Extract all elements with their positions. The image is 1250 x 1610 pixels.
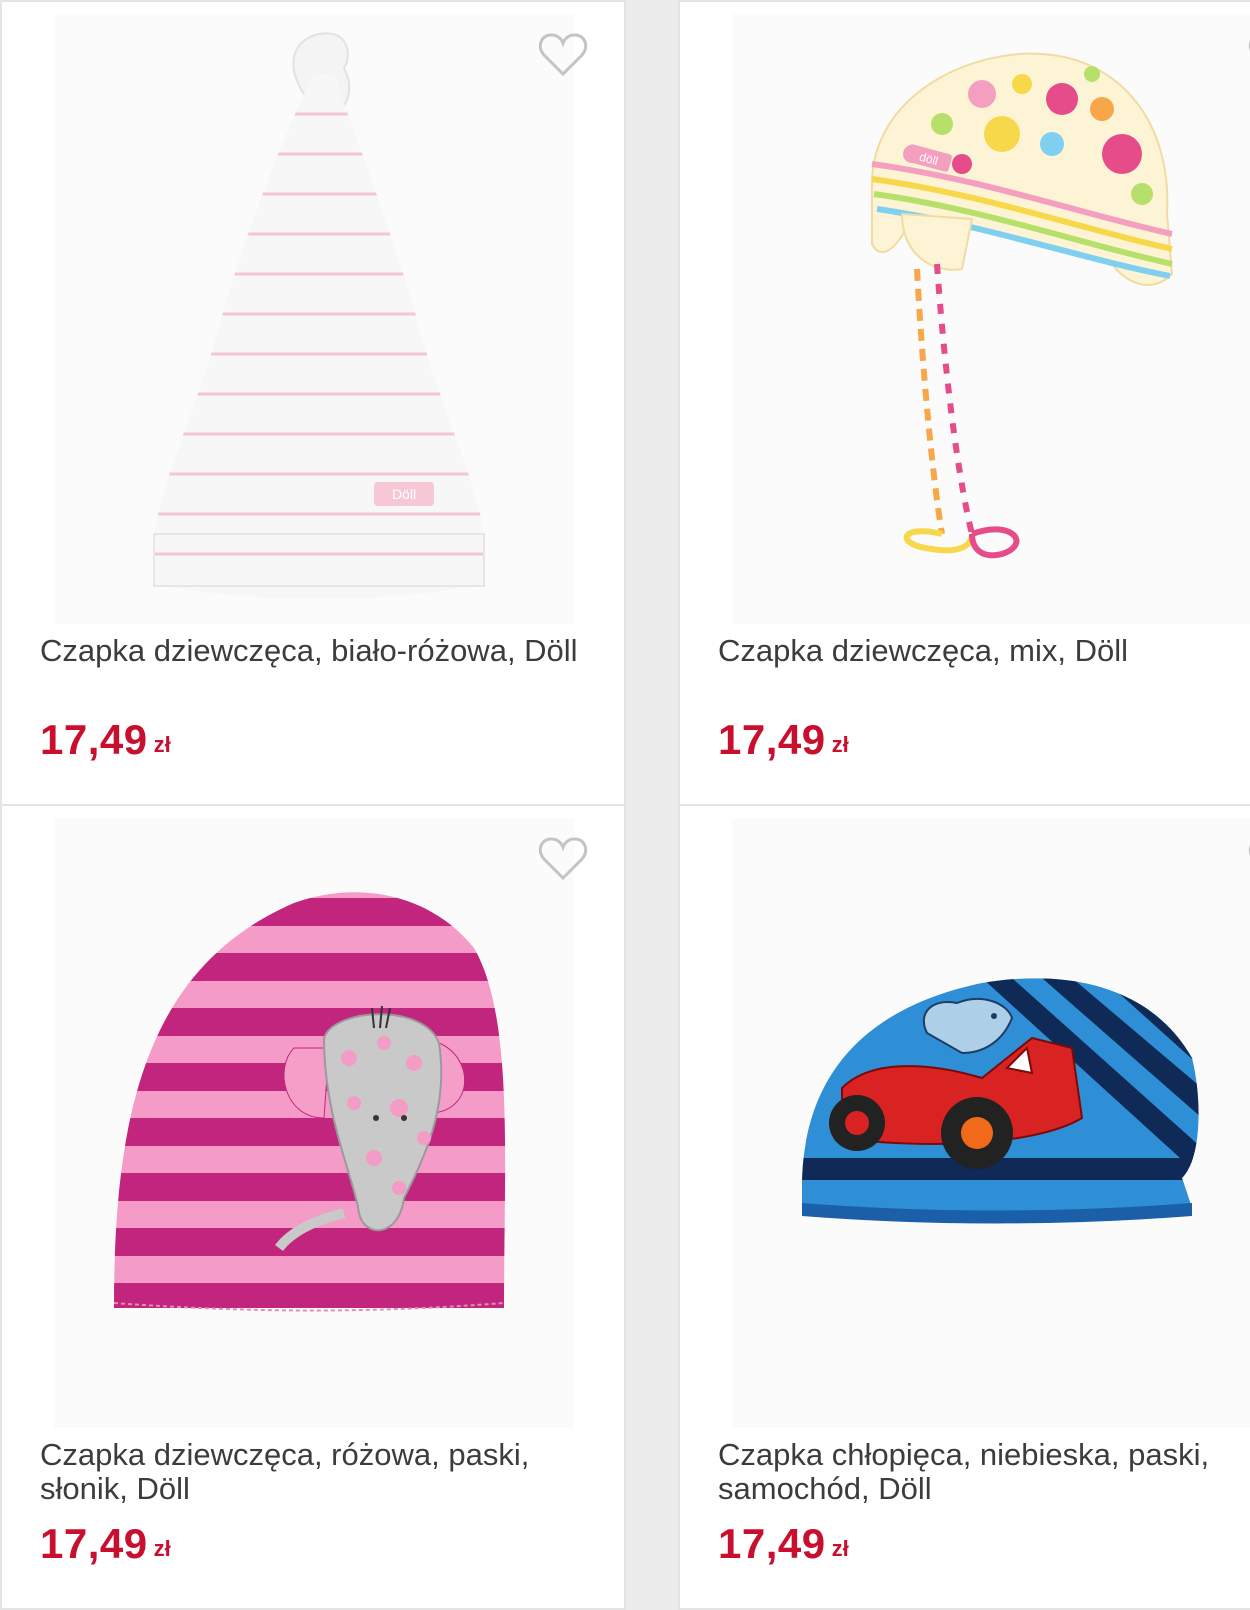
- pink-elephant-beanie-image: [113, 892, 506, 1312]
- product-image[interactable]: Döll: [54, 14, 574, 624]
- price-currency: zł: [153, 732, 171, 757]
- product-title[interactable]: Czapka dziewczęca, mix, Döll: [718, 634, 1250, 668]
- price-value: 17,49: [718, 1520, 826, 1567]
- product-title[interactable]: Czapka dziewczęca, biało-różowa, Döll: [40, 634, 600, 668]
- price-currency: zł: [153, 1536, 171, 1561]
- price-value: 17,49: [40, 716, 148, 763]
- wishlist-heart-icon[interactable]: [538, 32, 588, 78]
- product-card[interactable]: Döll Czapka dziewczęca, biało-różowa, Dö…: [0, 0, 626, 806]
- product-card[interactable]: döll Czapka dziewczęca, mix, Döll 17,49 z…: [678, 0, 1250, 806]
- dotted-earflap-hat-image: döll: [871, 52, 1174, 559]
- price-currency: zł: [831, 1536, 849, 1561]
- price-value: 17,49: [40, 1520, 148, 1567]
- product-price: 17,49 zł: [718, 716, 849, 764]
- price-currency: zł: [831, 732, 849, 757]
- product-title[interactable]: Czapka chłopięca, niebieska, paski, samo…: [718, 1438, 1250, 1506]
- product-image[interactable]: [54, 818, 574, 1428]
- product-image[interactable]: döll: [732, 14, 1250, 624]
- hat-brand-tag: Döll: [392, 486, 416, 502]
- price-value: 17,49: [718, 716, 826, 763]
- product-price: 17,49 zł: [40, 716, 171, 764]
- product-price: 17,49 zł: [718, 1520, 849, 1568]
- wishlist-heart-icon[interactable]: [538, 836, 588, 882]
- product-price: 17,49 zł: [40, 1520, 171, 1568]
- product-card[interactable]: Czapka dziewczęca, różowa, paski, słonik…: [0, 804, 626, 1610]
- product-image[interactable]: [732, 818, 1250, 1428]
- blue-racecar-hat-image: [802, 978, 1199, 1224]
- product-title[interactable]: Czapka dziewczęca, różowa, paski, słonik…: [40, 1438, 600, 1506]
- product-card[interactable]: Czapka chłopięca, niebieska, paski, samo…: [678, 804, 1250, 1610]
- striped-knot-hat-image: Döll: [153, 32, 485, 599]
